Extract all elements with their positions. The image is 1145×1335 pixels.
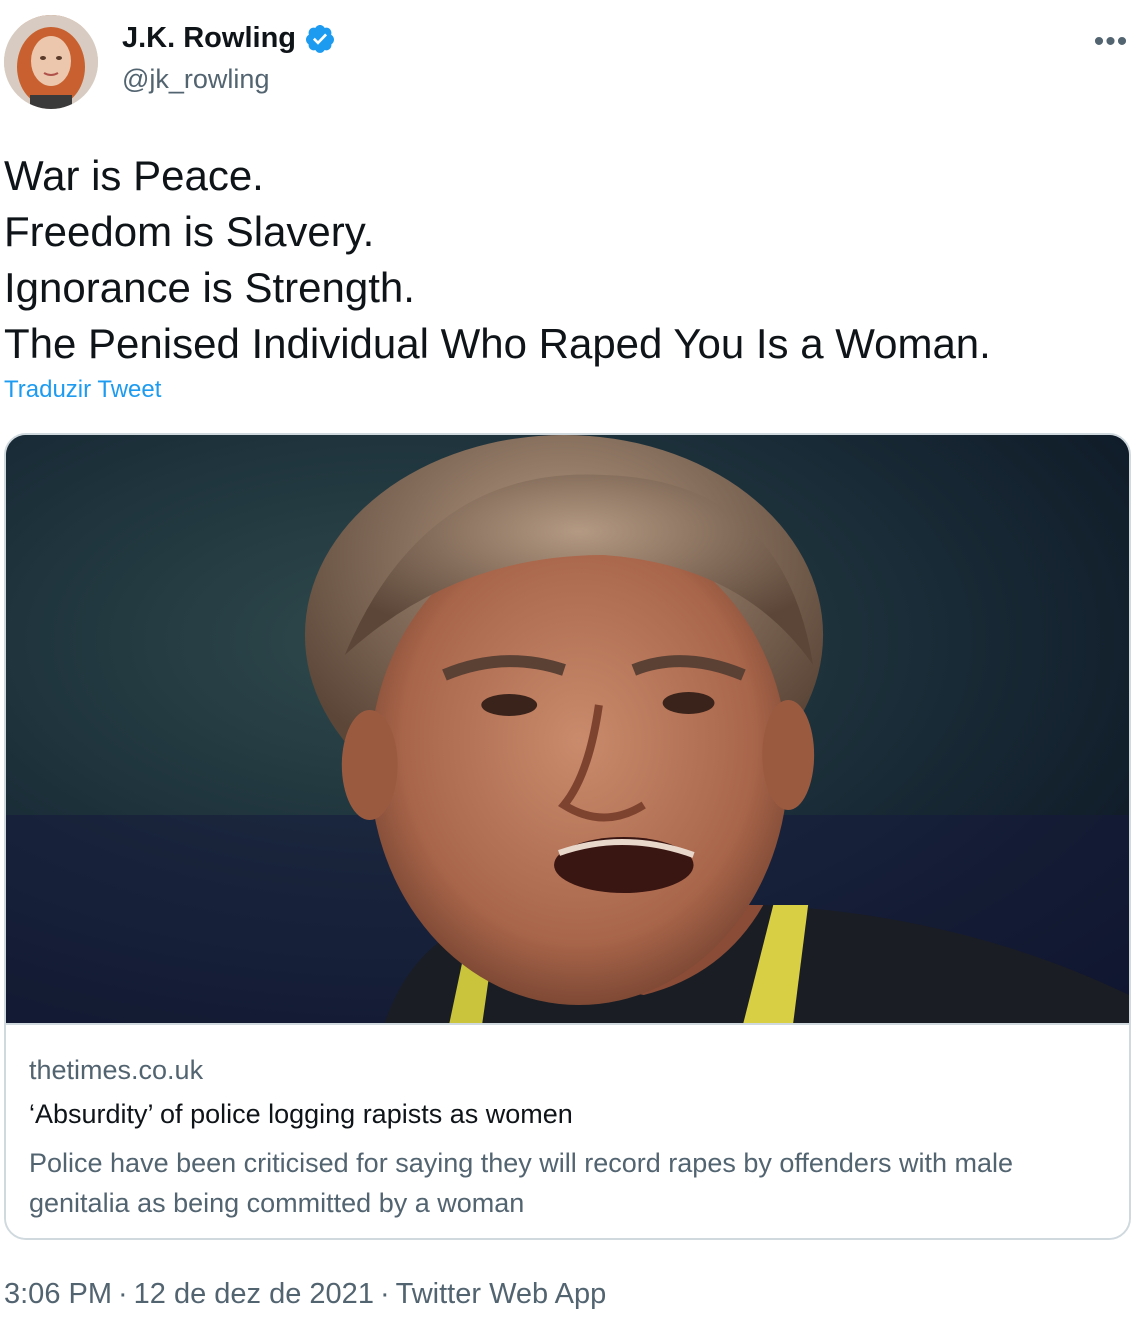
avatar[interactable]: [4, 15, 98, 109]
tweet-time[interactable]: 3:06 PM: [4, 1278, 112, 1310]
card-description: Police have been criticised for saying t…: [29, 1148, 1013, 1218]
tweet-metadata: 3:06 PM · 12 de dez de 2021 · Twitter Web Ap…: [4, 1278, 606, 1311]
more-options-button[interactable]: •••: [1091, 22, 1131, 62]
author-name-row[interactable]: J.K. Rowling: [122, 22, 336, 55]
tweet: J.K. Rowling @jk_rowling ••• War is Peac…: [0, 0, 1145, 1335]
separator: ·: [379, 1278, 390, 1310]
more-options-icon: •••: [1093, 25, 1129, 58]
verified-badge-icon: [306, 24, 334, 53]
tweet-line: The Penised Individual Who Raped You Is …: [4, 320, 991, 367]
card-title: ‘Absurdity’ of police logging rapists as…: [29, 1099, 573, 1129]
card-domain: thetimes.co.uk: [29, 1055, 204, 1085]
tweet-date[interactable]: 12 de dez de 2021: [134, 1278, 374, 1310]
avatar-image: [4, 15, 98, 109]
author-display-name[interactable]: J.K. Rowling: [122, 22, 296, 55]
separator: ·: [118, 1278, 128, 1310]
tweet-source[interactable]: Twitter Web App: [396, 1278, 607, 1310]
translate-tweet-link[interactable]: Traduzir Tweet: [4, 376, 161, 404]
tweet-text: War is Peace. Freedom is Slavery. Ignora…: [4, 148, 1124, 372]
card-image[interactable]: [6, 435, 1129, 1023]
tweet-line: Ignorance is Strength.: [4, 264, 415, 311]
author-handle[interactable]: @jk_rowling: [122, 64, 269, 95]
tweet-line: War is Peace.: [4, 152, 264, 199]
card-photo: [6, 435, 1129, 1023]
card-meta[interactable]: thetimes.co.uk ‘Absurdity’ of police log…: [6, 1023, 1129, 1238]
tweet-line: Freedom is Slavery.: [4, 208, 375, 255]
link-preview-card[interactable]: thetimes.co.uk ‘Absurdity’ of police log…: [4, 433, 1131, 1240]
